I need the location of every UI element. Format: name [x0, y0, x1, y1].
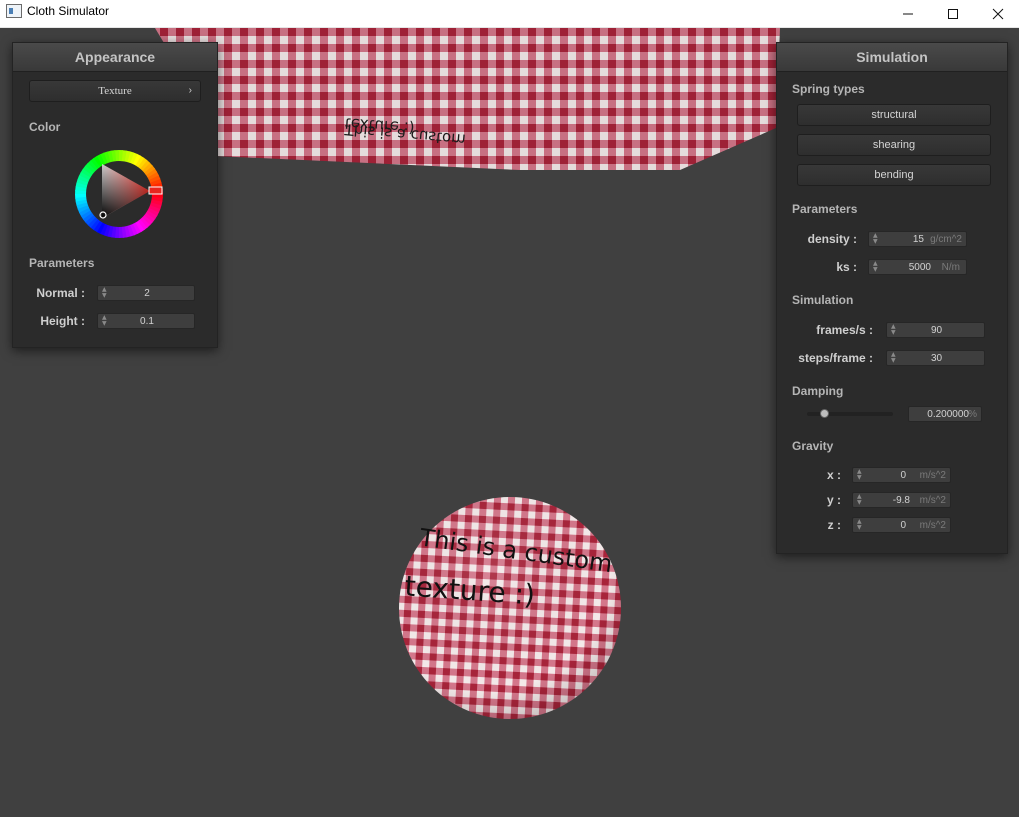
spin-arrows-icon[interactable]: ▲ ▼: [873, 261, 878, 273]
steps-per-frame-field[interactable]: ▲ ▼ 30: [886, 350, 985, 366]
hue-marker[interactable]: [148, 186, 163, 195]
shader-select-label: Texture: [98, 85, 132, 97]
density-label: density :: [807, 232, 857, 246]
simulation-panel: Simulation Spring types structural shear…: [776, 42, 1008, 554]
damping-slider[interactable]: [807, 409, 893, 419]
simulation-section-label: Simulation: [792, 293, 854, 307]
color-wheel[interactable]: [71, 146, 167, 242]
spin-arrows-icon[interactable]: ▲ ▼: [857, 519, 862, 531]
ks-field[interactable]: ▲ ▼ 5000 N/m: [868, 259, 967, 275]
appearance-panel-title[interactable]: Appearance: [13, 43, 217, 72]
maximize-icon: [948, 9, 958, 19]
simulation-panel-title[interactable]: Simulation: [777, 43, 1007, 72]
gravity-z-field[interactable]: ▲ ▼ 0 m/s^2: [852, 517, 951, 533]
ks-label: ks :: [836, 260, 857, 274]
frames-per-second-label: frames/s :: [816, 323, 873, 337]
bending-toggle[interactable]: bending: [797, 164, 991, 186]
gravity-x-field[interactable]: ▲ ▼ 0 m/s^2: [852, 467, 951, 483]
sphere-object: This is a custom texture :): [399, 497, 621, 719]
shearing-toggle[interactable]: shearing: [797, 134, 991, 156]
frames-per-second-field[interactable]: ▲ ▼ 90: [886, 322, 985, 338]
damping-value-field[interactable]: 0.200000 %: [908, 406, 982, 422]
simulation-parameters-label: Parameters: [792, 202, 858, 216]
gravity-label: Gravity: [792, 439, 834, 453]
gravity-y-field[interactable]: ▲ ▼ -9.8 m/s^2: [852, 492, 951, 508]
chevron-right-icon: ›: [188, 85, 192, 96]
spring-types-label: Spring types: [792, 82, 865, 96]
density-field[interactable]: ▲ ▼ 15 g/cm^2: [868, 231, 967, 247]
window-titlebar: Cloth Simulator: [0, 0, 1019, 28]
appearance-parameters-label: Parameters: [29, 256, 95, 270]
height-field[interactable]: ▲ ▼ 0.1: [97, 313, 195, 329]
color-section-label: Color: [29, 120, 61, 134]
gravity-z-label: z :: [827, 518, 841, 532]
normal-field[interactable]: ▲ ▼ 2: [97, 285, 195, 301]
gravity-y-label: y :: [826, 493, 841, 507]
structural-toggle[interactable]: structural: [797, 104, 991, 126]
shader-select-button[interactable]: Texture ›: [29, 80, 201, 102]
normal-label: Normal :: [36, 286, 85, 300]
damping-label: Damping: [792, 384, 844, 398]
appearance-panel: Appearance Texture › Color Parameters No…: [12, 42, 218, 348]
spin-arrows-icon[interactable]: ▲ ▼: [857, 494, 862, 506]
steps-per-frame-label: steps/frame :: [798, 351, 873, 365]
spin-arrows-icon[interactable]: ▲ ▼: [873, 233, 878, 245]
app-icon: [6, 4, 22, 18]
minimize-icon: [903, 13, 913, 15]
gravity-x-label: x :: [826, 468, 841, 482]
cloth-mesh: This is a custom texture :): [155, 28, 780, 170]
minimize-button[interactable]: [885, 0, 931, 27]
close-button[interactable]: [975, 0, 1019, 27]
spin-arrows-icon[interactable]: ▲ ▼: [857, 469, 862, 481]
window-title: Cloth Simulator: [27, 4, 110, 18]
close-icon: [992, 8, 1004, 20]
height-label: Height :: [40, 314, 85, 328]
maximize-button[interactable]: [930, 0, 976, 27]
damping-slider-knob[interactable]: [819, 409, 829, 418]
